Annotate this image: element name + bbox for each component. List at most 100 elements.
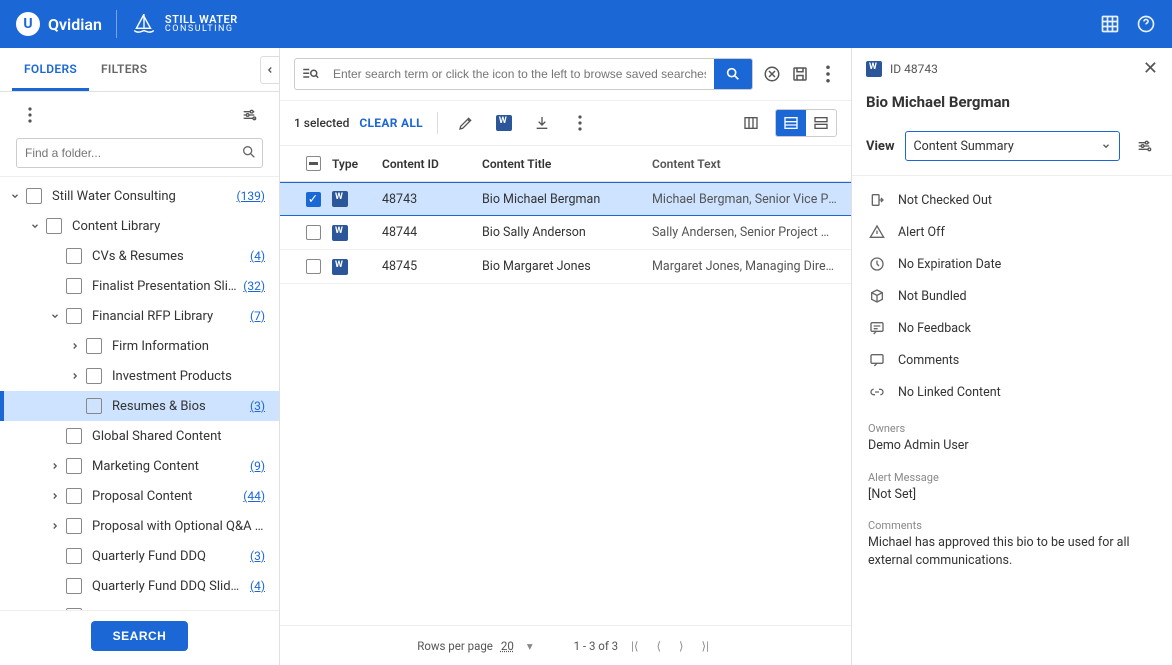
chevron-right-icon[interactable]	[46, 521, 64, 531]
columns-button[interactable]	[737, 109, 765, 137]
tree-item[interactable]: CVs & Resumes(4)	[0, 241, 279, 271]
tree-item-count[interactable]: (32)	[243, 279, 265, 293]
tab-filters[interactable]: FILTERS	[89, 48, 159, 91]
folder-checkbox[interactable]	[66, 308, 82, 324]
prev-page-button[interactable]: ⟨	[651, 637, 666, 655]
folder-checkbox[interactable]	[66, 548, 82, 564]
tree-item-count[interactable]: (139)	[236, 189, 265, 203]
tree-item-count[interactable]: (4)	[250, 249, 265, 263]
last-page-button[interactable]: ⟩|	[696, 637, 713, 655]
view-card-button[interactable]	[806, 110, 836, 136]
col-title[interactable]: Content Title	[482, 157, 652, 171]
folder-checkbox[interactable]	[26, 188, 42, 204]
row-checkbox[interactable]	[306, 259, 321, 274]
table-row[interactable]: ✓48743Bio Michael BergmanMichael Bergman…	[280, 182, 851, 216]
folder-checkbox[interactable]	[46, 218, 62, 234]
folder-checkbox[interactable]	[86, 368, 102, 384]
company-logo[interactable]: STILL WATER CONSULTING	[131, 11, 238, 37]
chevron-down-icon[interactable]	[46, 311, 64, 321]
folder-checkbox[interactable]	[66, 278, 82, 294]
tree-item-count[interactable]: (44)	[243, 489, 265, 503]
folder-checkbox[interactable]	[86, 338, 102, 354]
tree-item[interactable]: Firm Information	[0, 331, 279, 361]
table-row[interactable]: 48744Bio Sally AndersonSally Andersen, S…	[280, 216, 851, 250]
search-button[interactable]: SEARCH	[91, 621, 189, 651]
select-all-checkbox[interactable]	[306, 156, 321, 171]
tree-item[interactable]: Proposal with Optional Q&A Doc Type	[0, 511, 279, 541]
meta-link[interactable]: No Linked Content	[852, 376, 1172, 408]
folder-checkbox[interactable]	[66, 518, 82, 534]
content-search-input[interactable]	[325, 59, 714, 89]
chevron-right-icon[interactable]	[66, 341, 84, 351]
close-details-button[interactable]: ✕	[1143, 58, 1158, 79]
folder-checkbox[interactable]	[66, 248, 82, 264]
tab-folders[interactable]: FOLDERS	[12, 48, 89, 91]
tree-item[interactable]: Global Shared Content	[0, 421, 279, 451]
folder-checkbox[interactable]	[66, 488, 82, 504]
download-button[interactable]	[528, 109, 556, 137]
folder-checkbox[interactable]	[86, 398, 102, 414]
search-more-icon[interactable]	[819, 65, 837, 83]
tree-item-count[interactable]: (4)	[250, 579, 265, 593]
chevron-down-icon[interactable]	[26, 221, 44, 231]
tree-item[interactable]: Proposal Content(44)	[0, 481, 279, 511]
col-type[interactable]: Type	[332, 157, 382, 171]
view-select[interactable]: Content Summary	[905, 131, 1120, 161]
edit-button[interactable]	[452, 109, 480, 137]
col-id[interactable]: Content ID	[382, 157, 482, 171]
chevron-right-icon[interactable]	[46, 491, 64, 501]
tree-item[interactable]: Investment Products	[0, 361, 279, 391]
product-logo[interactable]: U Qvidian	[16, 12, 102, 36]
filter-settings-button[interactable]	[235, 101, 263, 129]
word-export-button[interactable]	[490, 109, 518, 137]
tree-item[interactable]: Still Water Consulting(139)	[0, 181, 279, 211]
row-checkbox[interactable]: ✓	[306, 192, 321, 207]
tree-item-count[interactable]: (3)	[250, 399, 265, 413]
collapse-sidebar-button[interactable]	[260, 56, 280, 84]
meta-clock[interactable]: No Expiration Date	[852, 248, 1172, 280]
row-checkbox[interactable]	[306, 225, 321, 240]
meta-comment[interactable]: Comments	[852, 344, 1172, 376]
folder-checkbox[interactable]	[66, 458, 82, 474]
tree-item[interactable]: Content Library	[0, 211, 279, 241]
tree-item[interactable]: RFI/RFP Answers(62)	[0, 601, 279, 610]
rpp-dropdown-icon[interactable]: ▾	[522, 637, 538, 655]
table-row[interactable]: 48745Bio Margaret JonesMargaret Jones, M…	[280, 250, 851, 284]
tree-item[interactable]: Resumes & Bios(3)	[0, 391, 279, 421]
first-page-button[interactable]: |⟨	[626, 637, 643, 655]
saved-search-button[interactable]	[295, 59, 325, 89]
meta-alert[interactable]: Alert Off	[852, 216, 1172, 248]
tree-item[interactable]: Financial RFP Library(7)	[0, 301, 279, 331]
meta-checkout[interactable]: Not Checked Out	[852, 184, 1172, 216]
tree-item[interactable]: Finalist Presentation Slides(32)	[0, 271, 279, 301]
tree-item-count[interactable]: (9)	[250, 459, 265, 473]
clear-all-button[interactable]: CLEAR ALL	[359, 116, 423, 130]
folder-search	[16, 138, 263, 168]
view-list-button[interactable]	[776, 110, 806, 136]
next-page-button[interactable]: ⟩	[674, 637, 689, 655]
folder-search-input[interactable]	[16, 138, 263, 168]
folder-checkbox[interactable]	[66, 578, 82, 594]
chevron-down-icon[interactable]	[6, 191, 24, 201]
help-icon[interactable]	[1136, 14, 1156, 34]
more-menu-button[interactable]	[16, 101, 44, 129]
col-text[interactable]: Content Text	[652, 157, 837, 171]
tree-item[interactable]: Quarterly Fund DDQ Slides(4)	[0, 571, 279, 601]
folder-checkbox[interactable]	[66, 428, 82, 444]
tree-item-count[interactable]: (3)	[250, 549, 265, 563]
meta-bundle[interactable]: Not Bundled	[852, 280, 1172, 312]
chevron-right-icon[interactable]	[66, 371, 84, 381]
view-settings-button[interactable]	[1130, 132, 1158, 160]
tree-item[interactable]: Quarterly Fund DDQ(3)	[0, 541, 279, 571]
meta-feedback[interactable]: No Feedback	[852, 312, 1172, 344]
tree-item[interactable]: Marketing Content(9)	[0, 451, 279, 481]
save-search-icon[interactable]	[791, 65, 809, 83]
rows-per-page-value[interactable]: 20	[501, 639, 514, 653]
search-go-button[interactable]	[714, 59, 752, 89]
action-more-button[interactable]	[566, 109, 594, 137]
grid-icon[interactable]	[1100, 14, 1120, 34]
search-icon[interactable]	[241, 144, 257, 160]
tree-item-count[interactable]: (7)	[250, 309, 265, 323]
chevron-right-icon[interactable]	[46, 461, 64, 471]
clear-search-icon[interactable]	[763, 65, 781, 83]
